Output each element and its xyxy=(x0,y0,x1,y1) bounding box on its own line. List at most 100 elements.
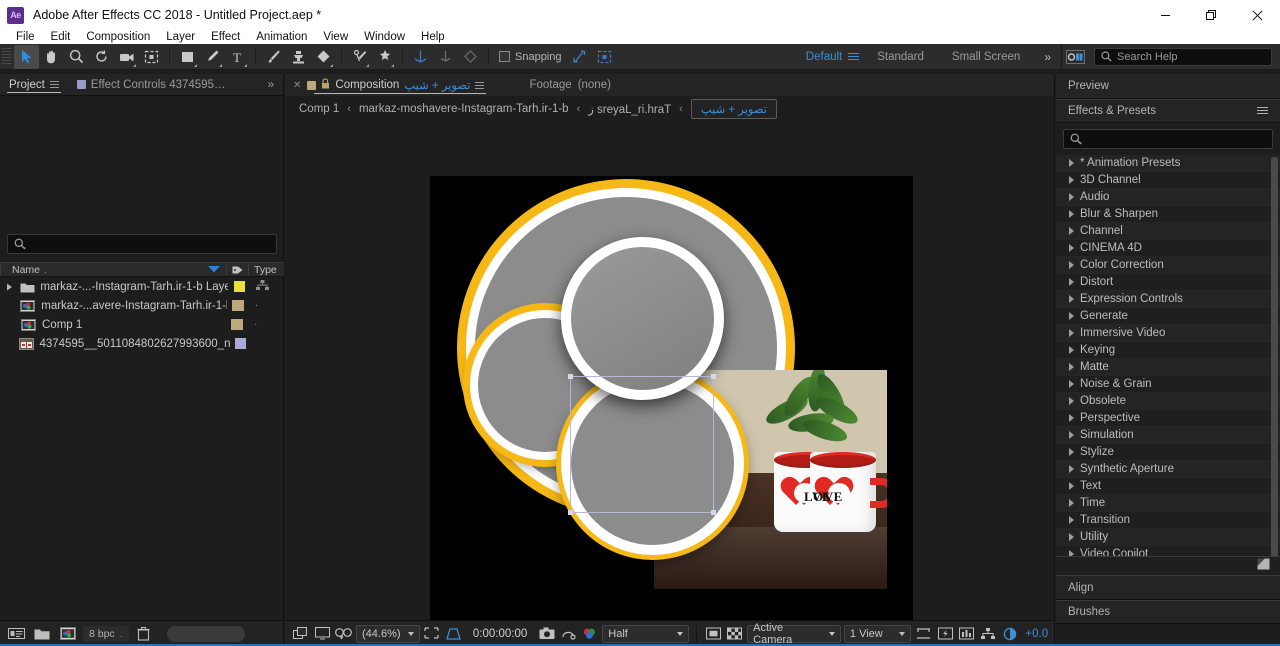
clone-stamp-tool[interactable] xyxy=(286,45,311,69)
effects-menu-icon[interactable] xyxy=(1257,107,1268,115)
camera-tool[interactable] xyxy=(114,45,139,69)
chevron-right-icon[interactable] xyxy=(1069,379,1074,388)
chevron-right-icon[interactable] xyxy=(1069,549,1074,556)
lock-icon[interactable] xyxy=(321,78,330,92)
3d-glasses-icon[interactable] xyxy=(334,624,353,644)
workspace-menu-icon[interactable] xyxy=(848,53,860,60)
new-effect-folder-icon[interactable] xyxy=(1257,558,1270,573)
breadcrumb-markaz[interactable]: markaz-moshavere-Instagram-Tarh.ir-1-b xyxy=(359,103,569,115)
menu-edit[interactable]: Edit xyxy=(43,30,79,44)
position-3d-axis-icon[interactable] xyxy=(408,45,433,69)
effect-category-row[interactable]: Synthetic Aperture xyxy=(1056,460,1280,478)
project-menu-icon[interactable] xyxy=(49,81,59,88)
effect-category-row[interactable]: Blur & Sharpen xyxy=(1056,205,1280,223)
region-of-interest-tool[interactable] xyxy=(139,45,164,69)
selection-handle-top-left[interactable] xyxy=(568,374,573,379)
project-item-row[interactable]: Comp 1 · xyxy=(0,315,284,334)
effects-search-input[interactable] xyxy=(1063,129,1273,149)
composition-canvas[interactable]: LOVE VE xyxy=(430,176,913,620)
chevron-right-icon[interactable] xyxy=(1069,396,1074,405)
breadcrumb-current[interactable]: تصویر + شیپ xyxy=(690,99,777,119)
view-layout-select[interactable]: 1 View xyxy=(843,624,912,643)
effect-category-row[interactable]: Simulation xyxy=(1056,426,1280,444)
effect-category-row[interactable]: Perspective xyxy=(1056,409,1280,427)
chevron-right-icon[interactable] xyxy=(1069,532,1074,541)
chevron-right-icon[interactable] xyxy=(1069,311,1074,320)
chevron-down-icon[interactable] xyxy=(676,631,683,636)
project-footer-pill[interactable] xyxy=(166,625,245,642)
tab-project[interactable]: Project xyxy=(0,74,68,95)
effect-category-row[interactable]: CINEMA 4D xyxy=(1056,239,1280,257)
tab-effect-controls[interactable]: Effect Controls 4374595… xyxy=(68,74,235,95)
brushes-panel-header[interactable]: Brushes xyxy=(1056,599,1280,625)
effect-category-row[interactable]: Generate xyxy=(1056,307,1280,325)
chevron-right-icon[interactable] xyxy=(1069,158,1074,167)
chevron-right-icon[interactable] xyxy=(1069,209,1074,218)
chevron-down-icon[interactable] xyxy=(828,631,835,636)
workspace-standard[interactable]: Standard xyxy=(863,51,938,63)
exposure-reset-icon[interactable] xyxy=(1001,624,1020,644)
chevron-right-icon[interactable] xyxy=(1069,498,1074,507)
menu-animation[interactable]: Animation xyxy=(248,30,315,44)
camera-view-select[interactable]: Active Camera xyxy=(747,622,841,646)
chevron-right-icon[interactable] xyxy=(1069,464,1074,473)
selection-handle-bottom-left[interactable] xyxy=(568,510,573,515)
effect-category-row[interactable]: Video Copilot xyxy=(1056,545,1280,556)
rotation-tool[interactable] xyxy=(89,45,114,69)
chevron-down-icon[interactable] xyxy=(899,631,906,636)
effects-scrollbar[interactable] xyxy=(1271,156,1278,556)
project-tabs-overflow[interactable]: » xyxy=(259,74,283,95)
chevron-right-icon[interactable] xyxy=(1069,362,1074,371)
effect-category-row[interactable]: Keying xyxy=(1056,341,1280,359)
toolbar-grip[interactable] xyxy=(2,47,11,66)
snapshot-icon[interactable] xyxy=(537,624,556,644)
snap-target-icon[interactable] xyxy=(567,45,592,69)
home-media-browser-icon[interactable] xyxy=(1062,49,1088,64)
breadcrumb-tarhir-layers[interactable]: Tarh.ir_Layers ز xyxy=(588,102,671,116)
chevron-right-icon[interactable] xyxy=(1069,277,1074,286)
project-search-input[interactable] xyxy=(7,234,277,254)
effects-presets-header[interactable]: Effects & Presets xyxy=(1056,98,1280,124)
comp-flowchart-icon[interactable] xyxy=(979,624,998,644)
effect-category-row[interactable]: Distort xyxy=(1056,273,1280,291)
chevron-right-icon[interactable] xyxy=(1069,447,1074,456)
composition-viewer[interactable]: LOVE VE xyxy=(285,122,1054,620)
effect-category-row[interactable]: Utility xyxy=(1056,528,1280,546)
brush-tool[interactable] xyxy=(261,45,286,69)
resolution-select[interactable]: Half xyxy=(602,624,689,643)
fast-previews-icon[interactable] xyxy=(936,624,955,644)
align-panel-header[interactable]: Align xyxy=(1056,575,1280,600)
composition-menu-icon[interactable] xyxy=(475,81,485,89)
column-name[interactable]: Name . xyxy=(0,263,226,276)
effect-category-row[interactable]: Immersive Video xyxy=(1056,324,1280,342)
close-tab-icon[interactable]: ✕ xyxy=(285,74,307,96)
tab-composition[interactable]: Composition تصویر + شیپ xyxy=(307,74,493,96)
monitor-icon[interactable] xyxy=(313,624,332,644)
show-snapshot-icon[interactable] xyxy=(559,624,578,644)
hand-tool[interactable] xyxy=(39,45,64,69)
chevron-right-icon[interactable] xyxy=(1069,515,1074,524)
chevron-right-icon[interactable] xyxy=(1069,328,1074,337)
chevron-right-icon[interactable] xyxy=(1069,192,1074,201)
chevron-right-icon[interactable] xyxy=(1069,226,1074,235)
effect-category-row[interactable]: Expression Controls xyxy=(1056,290,1280,308)
exposure-value[interactable]: +0.0 xyxy=(1022,628,1048,640)
menu-effect[interactable]: Effect xyxy=(203,30,248,44)
workspace-overflow-icon[interactable]: » xyxy=(1034,50,1061,64)
new-folder-icon[interactable] xyxy=(31,624,53,644)
chevron-right-icon[interactable] xyxy=(1069,430,1074,439)
shape-tool[interactable] xyxy=(175,45,200,69)
sort-arrow-icon[interactable] xyxy=(208,264,220,276)
menu-file[interactable]: File xyxy=(8,30,43,44)
snap-region-icon[interactable] xyxy=(592,45,617,69)
rotate-3d-axis-icon[interactable] xyxy=(458,45,483,69)
effects-category-list[interactable]: * Animation Presets 3D Channel Audio Blu… xyxy=(1056,154,1280,556)
project-item-row[interactable]: 4374595__5011084802627993600_n.jpg xyxy=(0,334,284,353)
label-color-swatch[interactable] xyxy=(231,319,243,330)
puppet-pin-tool[interactable] xyxy=(372,45,397,69)
menu-layer[interactable]: Layer xyxy=(158,30,203,44)
new-composition-icon[interactable] xyxy=(57,624,79,644)
pixel-aspect-correction-icon[interactable] xyxy=(914,624,933,644)
effect-category-row[interactable]: Noise & Grain xyxy=(1056,375,1280,393)
chevron-right-icon[interactable] xyxy=(1069,260,1074,269)
